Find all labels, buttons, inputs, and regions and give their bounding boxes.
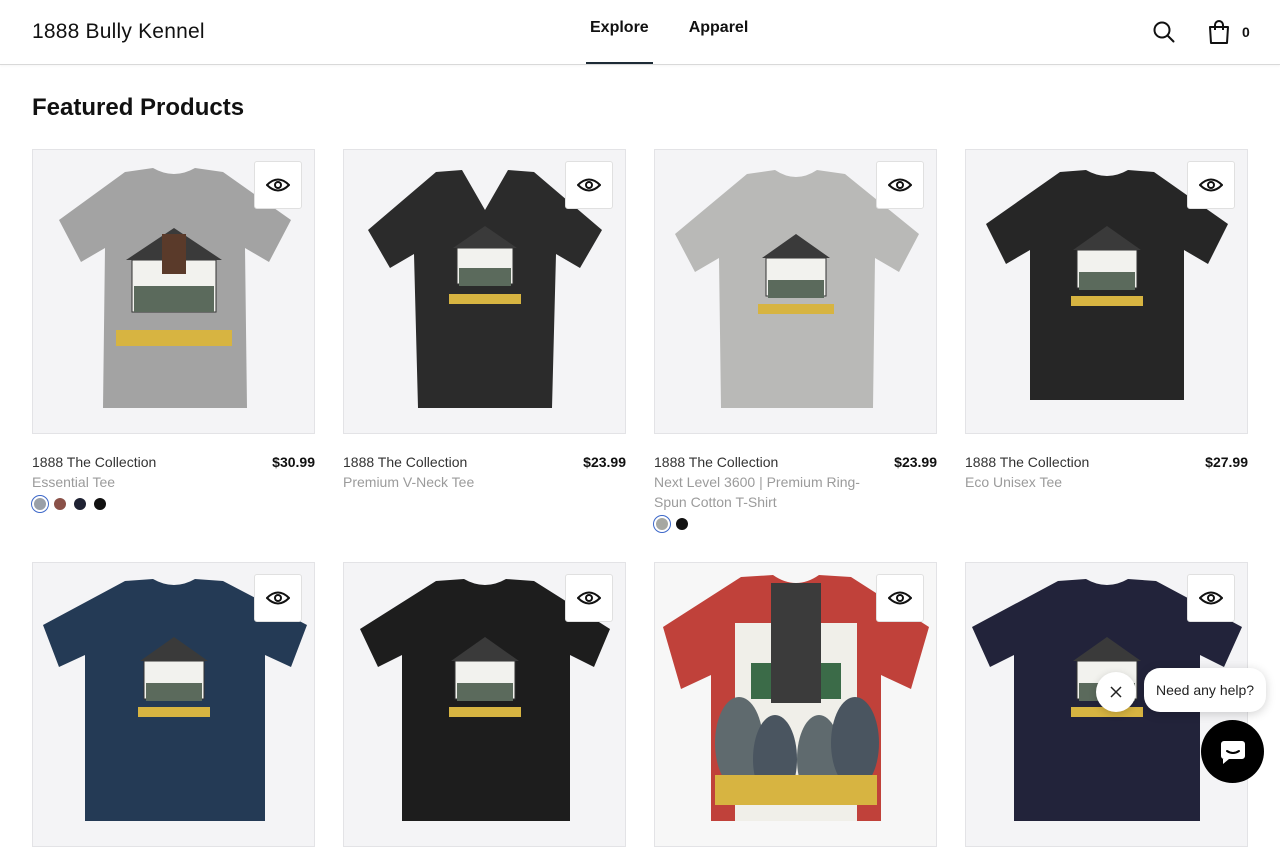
product-price: $23.99 bbox=[894, 454, 937, 470]
product-collection[interactable]: 1888 The Collection bbox=[343, 452, 474, 472]
shopping-bag-icon bbox=[1209, 20, 1229, 44]
product-card[interactable]: 1888 The Collection Essential Tee $30.99 bbox=[31, 149, 315, 513]
swatch-gray[interactable] bbox=[31, 495, 49, 513]
chat-launcher-button[interactable] bbox=[1201, 720, 1264, 783]
quick-view-button[interactable] bbox=[876, 161, 924, 209]
product-collection[interactable]: 1888 The Collection bbox=[965, 452, 1089, 472]
product-image[interactable] bbox=[32, 562, 315, 847]
swatch-black[interactable] bbox=[94, 498, 106, 510]
eye-icon bbox=[888, 591, 912, 605]
product-info: 1888 The Collection Eco Unisex Tee $27.9… bbox=[965, 452, 1248, 492]
product-image[interactable] bbox=[654, 562, 937, 847]
product-collection[interactable]: 1888 The Collection bbox=[32, 452, 156, 472]
quick-view-button[interactable] bbox=[565, 574, 613, 622]
product-card[interactable] bbox=[654, 562, 937, 847]
eye-icon bbox=[577, 178, 601, 192]
swatch-brown[interactable] bbox=[54, 498, 66, 510]
product-info: 1888 The Collection Premium V-Neck Tee $… bbox=[343, 452, 626, 492]
eye-icon bbox=[266, 178, 290, 192]
quick-view-button[interactable] bbox=[254, 574, 302, 622]
search-icon bbox=[1153, 21, 1175, 43]
swatch-navy[interactable] bbox=[74, 498, 86, 510]
eye-icon bbox=[1199, 591, 1223, 605]
product-type: Next Level 3600 | Premium Ring-Spun Cott… bbox=[654, 474, 860, 510]
product-type: Premium V-Neck Tee bbox=[343, 474, 475, 490]
site-header: 1888 Bully Kennel Explore Apparel 0 bbox=[0, 0, 1280, 65]
quick-view-button[interactable] bbox=[1187, 574, 1235, 622]
product-type: Essential Tee bbox=[32, 474, 116, 490]
product-collection[interactable]: 1888 The Collection bbox=[654, 452, 874, 472]
cart-count: 0 bbox=[1242, 24, 1250, 40]
product-card[interactable] bbox=[32, 562, 315, 847]
product-type: Eco Unisex Tee bbox=[965, 474, 1063, 490]
product-price: $23.99 bbox=[583, 454, 626, 470]
product-card[interactable]: 1888 The Collection Next Level 3600 | Pr… bbox=[653, 149, 937, 533]
product-image[interactable] bbox=[32, 149, 315, 434]
section-title: Featured Products bbox=[32, 94, 245, 121]
product-info: 1888 The Collection Next Level 3600 | Pr… bbox=[654, 452, 937, 512]
color-swatches bbox=[31, 495, 315, 513]
color-swatches bbox=[653, 515, 937, 533]
product-image[interactable] bbox=[343, 562, 626, 847]
product-card[interactable]: 1888 The Collection Eco Unisex Tee $27.9… bbox=[965, 149, 1248, 492]
eye-icon bbox=[577, 591, 601, 605]
product-image[interactable] bbox=[343, 149, 626, 434]
product-image[interactable] bbox=[654, 149, 937, 434]
swatch-gray[interactable] bbox=[653, 515, 671, 533]
search-button[interactable] bbox=[1152, 20, 1176, 44]
product-card[interactable]: 1888 The Collection Premium V-Neck Tee $… bbox=[343, 149, 626, 492]
main-nav: Explore Apparel bbox=[586, 0, 784, 64]
close-icon bbox=[1110, 686, 1122, 698]
eye-icon bbox=[1199, 178, 1223, 192]
swatch-black[interactable] bbox=[676, 518, 688, 530]
product-image[interactable] bbox=[965, 149, 1248, 434]
chat-prompt[interactable]: Need any help? bbox=[1144, 668, 1267, 712]
quick-view-button[interactable] bbox=[254, 161, 302, 209]
nav-explore[interactable]: Explore bbox=[586, 0, 653, 64]
brand-logo[interactable]: 1888 Bully Kennel bbox=[32, 20, 205, 44]
chat-icon bbox=[1220, 740, 1245, 764]
quick-view-button[interactable] bbox=[1187, 161, 1235, 209]
eye-icon bbox=[888, 178, 912, 192]
product-info: 1888 The Collection Essential Tee $30.99 bbox=[32, 452, 315, 492]
quick-view-button[interactable] bbox=[565, 161, 613, 209]
product-price: $30.99 bbox=[272, 454, 315, 470]
eye-icon bbox=[266, 591, 290, 605]
nav-apparel[interactable]: Apparel bbox=[685, 0, 753, 64]
cart-button[interactable]: 0 bbox=[1208, 18, 1250, 46]
quick-view-button[interactable] bbox=[876, 574, 924, 622]
product-price: $27.99 bbox=[1205, 454, 1248, 470]
chat-dismiss-button[interactable] bbox=[1096, 672, 1136, 712]
product-card[interactable] bbox=[343, 562, 626, 847]
